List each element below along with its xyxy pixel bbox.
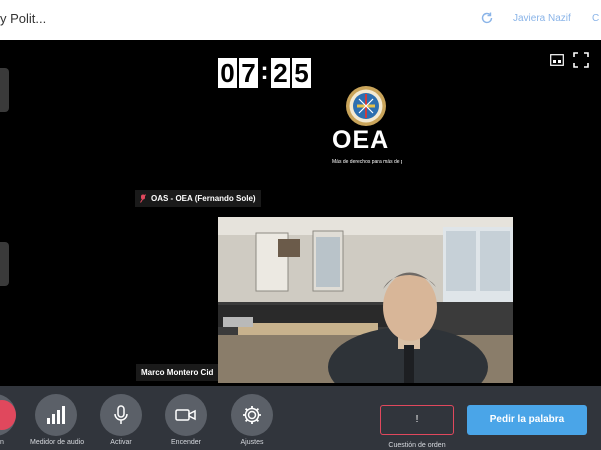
settings-button[interactable]: Ajustes — [226, 394, 278, 446]
oea-seal-logo — [346, 86, 386, 126]
point-of-order-label: Cuestión de orden — [388, 442, 446, 449]
timer-digit: 7 — [239, 58, 258, 88]
timer-display: 0 7 : 2 5 — [218, 58, 311, 88]
speaker-video-feed — [218, 217, 513, 383]
audio-meter-label: Medidor de audio — [30, 439, 85, 446]
participant-name-tag: OAS - OEA (Fernando Sole) — [135, 190, 261, 207]
request-floor-button[interactable]: Pedir la palabra — [467, 405, 587, 435]
participant-name: Marco Montero Cid — [141, 368, 214, 377]
point-of-order-button[interactable]: ! — [380, 405, 454, 435]
camera-icon — [165, 394, 207, 436]
unmute-label: Activar — [110, 439, 132, 446]
leave-label: n — [0, 439, 4, 446]
unmute-button[interactable]: Activar — [95, 394, 147, 446]
top-bar: y Polit... Javiera Nazif C — [0, 0, 601, 40]
tile-handle[interactable] — [0, 242, 9, 286]
fullscreen-icon[interactable] — [573, 52, 589, 68]
microphone-icon — [100, 394, 142, 436]
audio-meter-button[interactable]: Medidor de audio — [30, 394, 85, 446]
gear-icon — [231, 394, 273, 436]
meeting-title: y Polit... — [0, 11, 47, 26]
camera-label: Encender — [171, 439, 201, 446]
video-tile-left-bottom[interactable] — [0, 214, 128, 386]
user-menu-truncated[interactable]: C — [592, 13, 599, 24]
camera-button[interactable]: Encender — [160, 394, 212, 446]
timer-digit: 2 — [271, 58, 290, 88]
timer-digit: 5 — [292, 58, 311, 88]
participant-name: OAS - OEA (Fernando Sole) — [151, 194, 256, 203]
mic-off-icon — [140, 194, 146, 203]
audio-meter-icon — [35, 394, 77, 436]
video-stage: 0 7 : 2 5 OEA Más de derechos para más d… — [0, 40, 601, 386]
participant-name-tag: Marco Montero Cid — [136, 364, 219, 381]
oea-logo-word: OEA — [332, 126, 390, 154]
user-name[interactable]: Javiera Nazif — [513, 13, 571, 24]
oea-slogan: Más de derechos para más de personas — [332, 159, 402, 165]
layout-icon[interactable] — [550, 54, 564, 66]
leave-icon — [0, 400, 16, 430]
video-tile-oas[interactable]: 0 7 : 2 5 OEA Más de derechos para más d… — [133, 40, 601, 210]
tile-handle[interactable] — [0, 68, 9, 112]
refresh-icon[interactable] — [480, 11, 494, 25]
settings-label: Ajustes — [240, 439, 264, 446]
video-tile-speaker[interactable]: Marco Montero Cid — [133, 214, 601, 386]
timer-digit: 0 — [218, 58, 237, 88]
timer-separator: : — [260, 58, 269, 85]
video-tile-left-top[interactable] — [0, 40, 128, 210]
leave-button[interactable] — [0, 394, 16, 436]
